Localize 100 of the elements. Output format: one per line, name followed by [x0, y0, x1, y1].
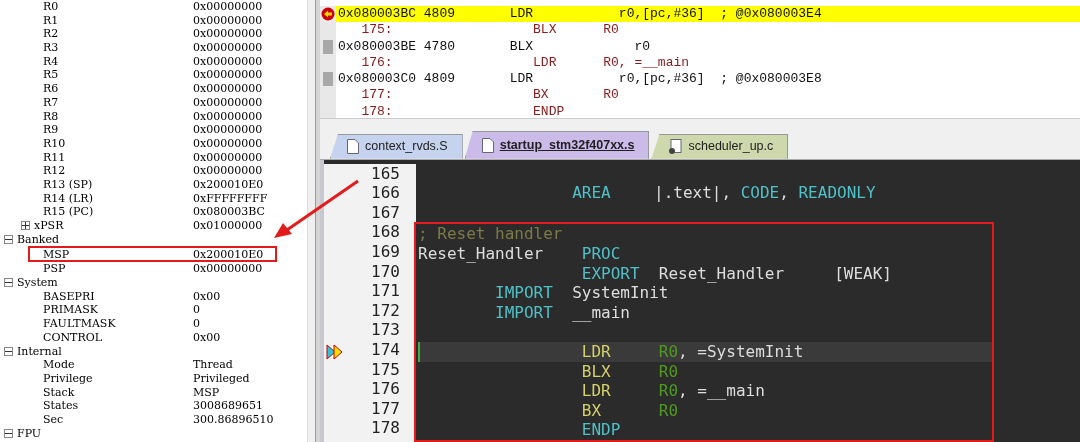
register-value: 0x00000000: [193, 262, 263, 277]
code-token: |.text|,: [654, 183, 732, 203]
register-value: Thread: [193, 358, 233, 372]
register-name: R1: [43, 13, 59, 28]
document-icon: [347, 139, 359, 155]
code-token: , =__main: [678, 381, 765, 401]
register-value: 0: [193, 317, 200, 331]
register-value: 0x00000000: [193, 54, 263, 69]
code-token: ENDP: [581, 420, 621, 440]
code-token: Reset_Handler: [658, 263, 785, 284]
register-value: 0x00000000: [193, 13, 263, 28]
disassembly-line: 0x080003C0 4809 LDR r0,[pc,#36] ; @0x080003E8: [337, 71, 823, 88]
tree-toggle-icon[interactable]: [4, 278, 13, 288]
register-value: 3008689651: [193, 399, 263, 413]
line-number: 166: [371, 183, 400, 203]
line-number: 173: [371, 320, 400, 340]
source-line: 176: LDR R0, =__main: [360, 54, 691, 72]
register-value: Privileged: [193, 371, 250, 386]
register-name: R12: [43, 164, 66, 178]
register-value: 0: [193, 303, 200, 318]
line-number: 171: [371, 281, 400, 301]
tree-toggle-icon[interactable]: [21, 221, 30, 231]
code-token: PROC: [581, 244, 621, 264]
register-name: PSP: [43, 262, 66, 277]
line-number: 174: [371, 340, 400, 360]
code-token: EXPORT: [581, 263, 641, 284]
code-token: IMPORT: [495, 283, 554, 303]
register-name: Sec: [43, 412, 64, 427]
register-name: R14 (LR): [43, 191, 93, 206]
register-value: 0x00000000: [193, 82, 263, 96]
register-name: R3: [43, 41, 59, 55]
register-value: 0x00000000: [193, 150, 263, 165]
code-marker: [323, 72, 333, 87]
group-name: Banked: [17, 232, 59, 247]
file-tab[interactable]: context_rvds.S: [330, 133, 463, 159]
register-value: 0x01000000: [193, 219, 263, 233]
register-name: Privilege: [43, 371, 93, 386]
code-token: __main: [572, 302, 630, 323]
register-name: R2: [43, 27, 59, 42]
register-name: R6: [43, 82, 59, 96]
code-token: LDR: [581, 342, 612, 362]
code-token: [WEAK]: [834, 263, 892, 284]
register-value: 0x00: [193, 289, 221, 304]
line-number: 178: [371, 418, 400, 438]
register-name: Stack: [43, 385, 75, 400]
code-token: BLX: [581, 361, 612, 382]
register-name: States: [43, 399, 79, 413]
line-number: 167: [371, 202, 400, 222]
code-token: R0: [658, 381, 679, 401]
register-name: MSP: [43, 247, 70, 262]
register-name: R13 (SP): [43, 177, 93, 192]
line-number: 169: [371, 242, 400, 262]
code-token: Reset_Handler: [418, 244, 544, 264]
register-name: R11: [43, 150, 66, 165]
code-token: IMPORT: [495, 302, 554, 323]
register-value: 0x00000000: [193, 109, 263, 124]
register-value: 0x00000000: [193, 136, 263, 151]
line-number: 168: [371, 222, 400, 242]
line-number: 176: [371, 379, 400, 399]
code-token: R0: [658, 361, 679, 382]
group-name: System: [17, 276, 58, 290]
register-value: 0x00000000: [193, 0, 263, 14]
code-token: READONLY: [798, 183, 876, 203]
tree-toggle-icon[interactable]: [4, 428, 13, 438]
scrollbar[interactable]: [307, 0, 315, 442]
register-value: 0x00000000: [193, 41, 263, 55]
disassembly-line: 0x080003BE 4780 BLX r0: [337, 38, 652, 55]
code-token: LDR: [581, 381, 612, 401]
register-name: R0: [43, 0, 59, 14]
register-value: 0x00000000: [193, 27, 263, 42]
register-name: R9: [43, 123, 59, 137]
tree-toggle-icon[interactable]: [4, 346, 13, 356]
file-tab[interactable]: startup_stm32f407xx.s: [464, 130, 650, 159]
register-name: Mode: [43, 358, 75, 372]
file-tab[interactable]: scheduler_up.c: [651, 133, 789, 159]
code-token: CODE: [740, 183, 780, 203]
register-value: 0x00000000: [193, 164, 263, 178]
code-token: R0: [658, 342, 679, 362]
line-number: 175: [371, 359, 400, 379]
code-token: ,: [779, 183, 789, 203]
document-icon: [481, 137, 494, 153]
line-number: 172: [371, 300, 400, 320]
register-value: 0x00000000: [193, 68, 263, 83]
register-name: R7: [43, 95, 59, 110]
register-value: 0x00000000: [193, 123, 263, 137]
group-name: Internal: [17, 344, 62, 359]
code-comment: ; Reset handler: [418, 224, 563, 245]
register-name: FAULTMASK: [43, 317, 116, 331]
line-number: 165: [371, 163, 400, 183]
register-name: R15 (PC): [43, 205, 94, 219]
register-value: 0x080003BC: [193, 205, 265, 219]
tree-toggle-icon[interactable]: [4, 235, 13, 245]
register-value: 0xFFFFFFFF: [193, 191, 268, 206]
code-token: R0: [658, 400, 679, 421]
register-name: R8: [43, 109, 59, 124]
register-name: R4: [43, 54, 59, 69]
line-number: 170: [371, 261, 400, 281]
line-number: 177: [371, 398, 400, 418]
register-value: 300.86896510: [193, 412, 274, 427]
register-value: MSP: [193, 385, 220, 400]
